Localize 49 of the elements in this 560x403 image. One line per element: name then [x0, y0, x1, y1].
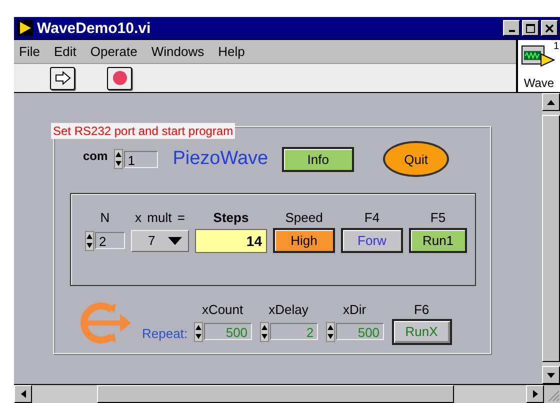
wave-icon — [521, 45, 555, 67]
dropdown-arrow-icon — [168, 236, 182, 244]
frame-label: Set RS232 port and start program — [51, 123, 236, 139]
play-icon — [17, 20, 33, 36]
arrow-icon — [54, 71, 70, 85]
window-title: WaveDemo10.vi — [37, 20, 152, 36]
button-heading: F6 — [412, 302, 430, 316]
vertical-scrollbar[interactable] — [542, 93, 560, 384]
menu-item[interactable]: Operate — [90, 44, 138, 59]
close-icon — [545, 24, 554, 32]
info-button[interactable]: Info — [282, 146, 354, 172]
maximize-icon — [526, 24, 535, 32]
button-heading: F4 — [363, 210, 381, 225]
minimize-button[interactable] — [503, 20, 520, 36]
horizontal-scrollbar[interactable] — [14, 385, 544, 403]
n-label: N — [99, 210, 111, 225]
menu-item[interactable]: Windows — [151, 44, 204, 59]
field-heading: xCount — [200, 302, 244, 316]
field-heading: xDir — [342, 302, 368, 316]
toggle-button[interactable]: High — [273, 228, 335, 253]
field-heading: xDelay — [268, 302, 310, 316]
mult-label: mult — [147, 210, 172, 225]
equals-sign: = — [177, 210, 185, 225]
scroll-down-icon[interactable] — [547, 372, 555, 378]
connector-number: 1 — [553, 41, 559, 52]
maximize-button[interactable] — [522, 20, 539, 36]
scroll-up-icon[interactable] — [547, 100, 555, 104]
menu-item[interactable]: Help — [218, 44, 245, 59]
steps-label: Steps — [212, 210, 250, 225]
scroll-right-icon[interactable] — [532, 390, 538, 398]
repeat-label: Repeat: — [142, 326, 188, 340]
run-button[interactable] — [50, 66, 75, 90]
menu-item[interactable]: Edit — [54, 44, 76, 59]
button-heading: Speed — [284, 210, 324, 225]
icon-label: Wave — [524, 76, 554, 90]
scroll-left-icon[interactable] — [20, 390, 26, 398]
stop-icon — [112, 70, 128, 86]
quit-button[interactable]: Quit — [383, 141, 450, 177]
steps-indicator: 14 — [195, 228, 267, 252]
stop-button[interactable] — [107, 66, 132, 90]
times-sign: x — [135, 210, 142, 225]
toggle-button[interactable]: Run1 — [409, 228, 467, 253]
com-label: com — [83, 149, 108, 163]
app-title: PiezoWave — [172, 148, 268, 170]
close-button[interactable] — [541, 20, 558, 36]
button-heading: F5 — [429, 210, 447, 225]
toggle-button[interactable]: Forw — [341, 228, 403, 253]
mult-dropdown[interactable]: 7 — [131, 230, 189, 252]
menu-item[interactable]: File — [19, 44, 40, 59]
